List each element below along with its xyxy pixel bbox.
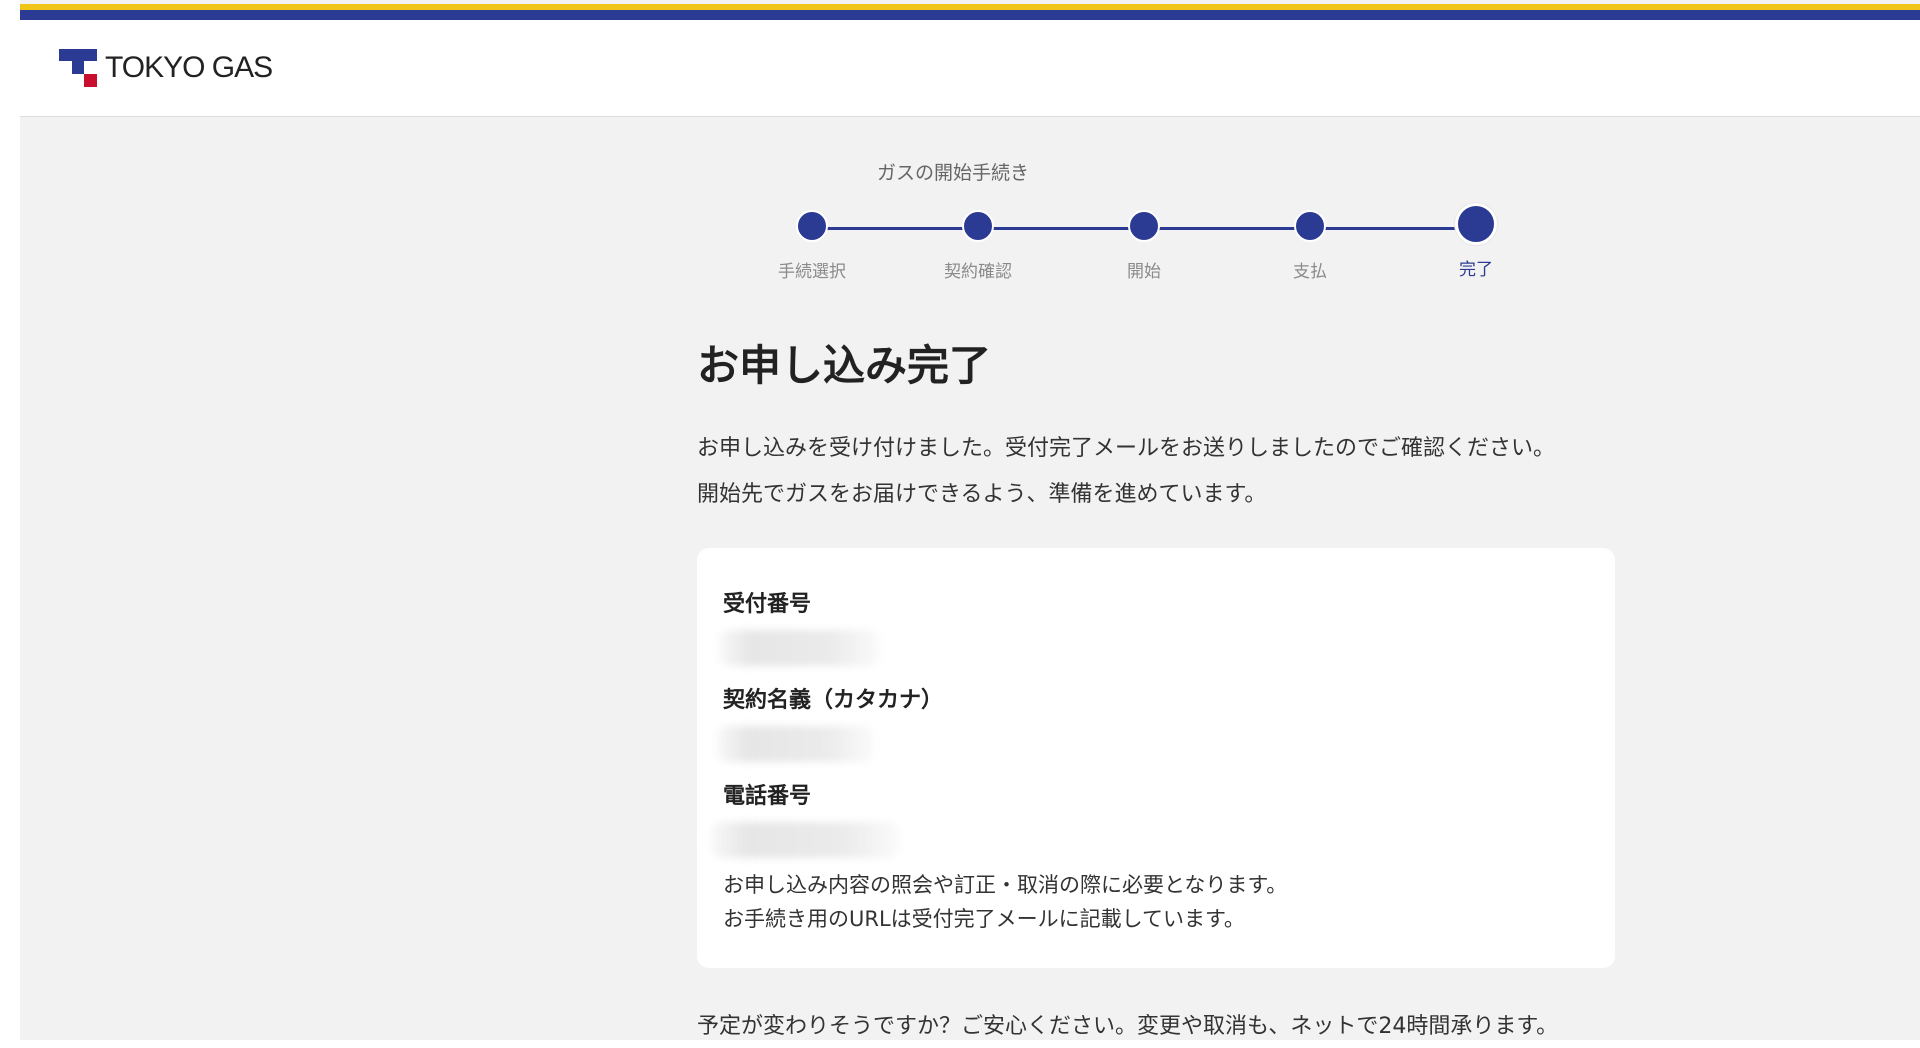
logo-text: TOKYO GAS [105,51,273,84]
step-payment: 支払 [1250,210,1370,282]
application-info-card: 受付番号 契約名義（カタカナ） 電話番号 お申し込み内容の照会や訂正・取消の際に… [697,548,1615,968]
step-complete: 完了 [1416,203,1536,280]
top-accent-bar-blue [20,10,1920,20]
step-label: 手続選択 [778,262,846,282]
step-procedure-select: 手続選択 [752,210,872,282]
page: TOKYO GAS ガスの開始手続き 手続選択 契約確認 開始 支払 完了 お申… [20,0,1920,1040]
contract-name-label: 契約名義（カタカナ） [723,688,944,713]
site-header: TOKYO GAS [20,20,1920,117]
lead-text: お申し込みを受け付けました。受付完了メールをお送りしましたのでご確認ください。 … [697,426,1555,518]
card-note: お申し込み内容の照会や訂正・取消の際に必要となります。 お手続き用のURLは受付… [723,868,1287,936]
lead-line-2: 開始先でガスをお届けできるよう、準備を進めています。 [697,482,1267,507]
step-label: 支払 [1293,262,1327,282]
lead-line-1: お申し込みを受け付けました。受付完了メールをお送りしましたのでご確認ください。 [697,436,1556,461]
change-cancel-info-text: 予定が変わりそうですか？ご安心ください。変更や取消も、ネットで24時間承ります。 [697,1014,1559,1039]
step-contract-confirm: 契約確認 [918,210,1038,282]
card-note-line-2: お手続き用のURLは受付完了メールに記載しています。 [723,907,1245,931]
tokyo-gas-logo-mark-icon [59,49,97,87]
step-label: 完了 [1459,260,1493,280]
page-title: お申し込み完了 [697,341,992,390]
contract-name-value-redacted [717,726,873,762]
step-dot [1128,210,1160,242]
tokyo-gas-logo[interactable]: TOKYO GAS [59,48,273,88]
phone-number-value-redacted [711,822,899,858]
phone-number-label: 電話番号 [723,784,812,809]
step-dot [796,210,828,242]
receipt-number-label: 受付番号 [723,592,812,617]
card-note-line-1: お申し込み内容の照会や訂正・取消の際に必要となります。 [723,873,1288,897]
step-start: 開始 [1084,210,1204,282]
step-label: 開始 [1127,262,1161,282]
step-dot [962,210,994,242]
stepper-title: ガスの開始手続き [877,162,1030,184]
step-dot-current [1455,203,1497,245]
receipt-number-value-redacted [719,630,879,666]
step-dot [1294,210,1326,242]
step-label: 契約確認 [944,262,1012,282]
